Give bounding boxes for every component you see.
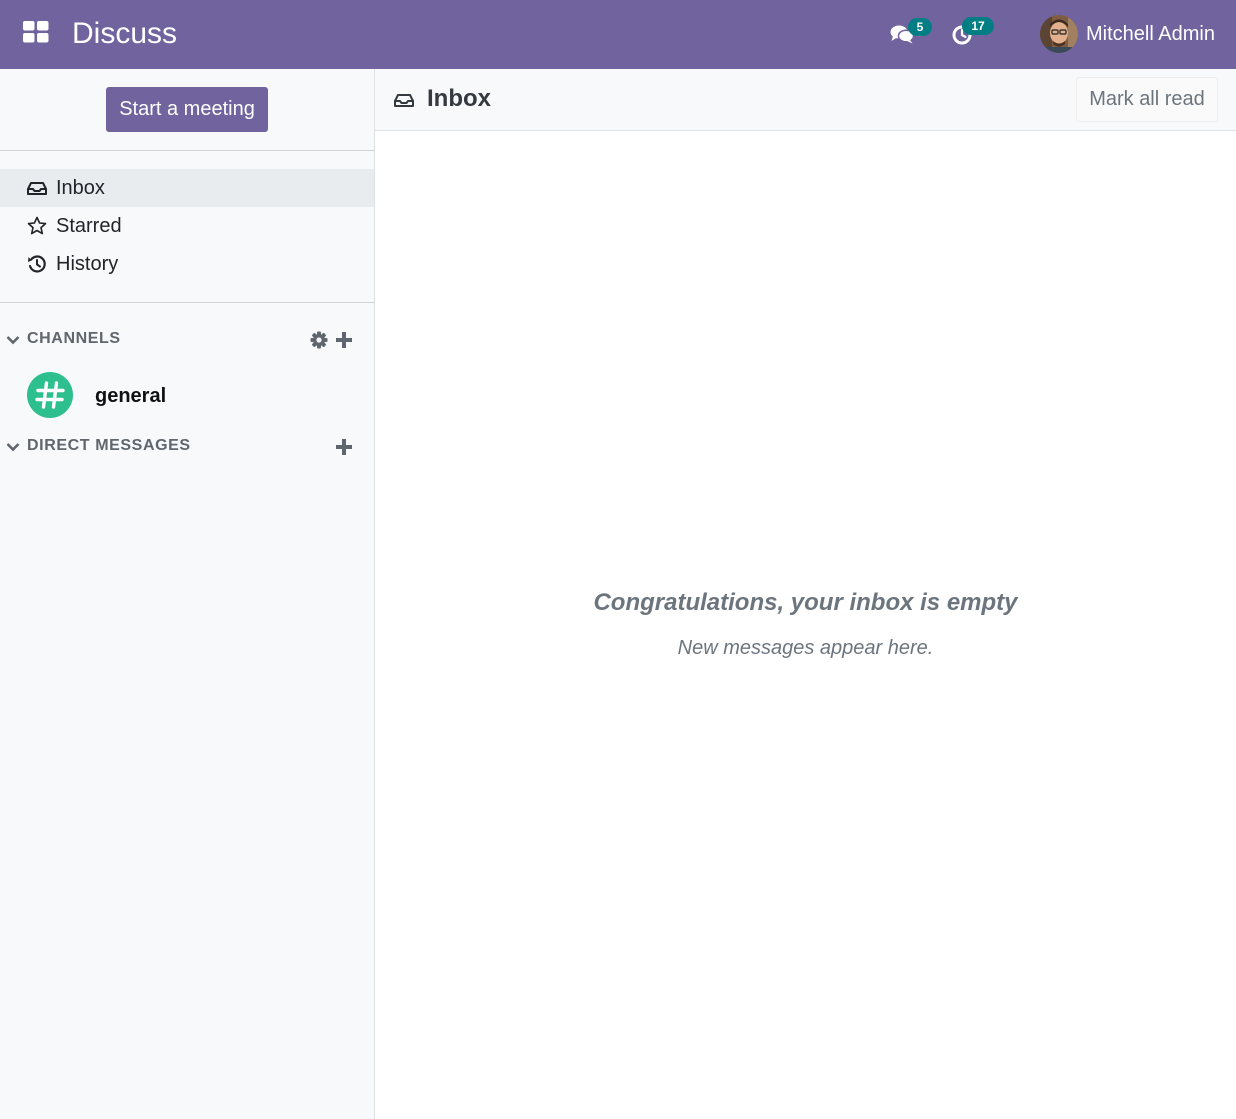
channels-category-label[interactable]: CHANNELS <box>27 329 121 349</box>
history-icon <box>27 254 47 274</box>
page-title: Inbox <box>427 85 491 112</box>
messages-menu[interactable]: 5 <box>886 16 936 52</box>
sidebar-item-starred[interactable]: Starred <box>0 207 374 245</box>
messages-count-badge: 5 <box>908 18 932 36</box>
sidebar-item-history[interactable]: History <box>0 245 374 283</box>
start-meeting-button[interactable]: Start a meeting <box>106 87 268 132</box>
sidebar-item-label: Inbox <box>56 177 105 199</box>
thread-header: Inbox Mark all read <box>375 69 1236 131</box>
empty-inbox-subtitle: New messages appear here. <box>677 637 934 659</box>
channel-item-general[interactable]: general <box>0 369 374 421</box>
channel-name: general <box>95 385 167 407</box>
apps-grid-icon[interactable] <box>23 21 49 43</box>
inbox-icon <box>27 178 47 198</box>
add-chat-plus-icon[interactable] <box>334 437 354 457</box>
channel-hash-icon <box>27 372 73 418</box>
empty-inbox-title: Congratulations, your inbox is empty <box>593 589 1018 616</box>
gear-icon[interactable] <box>309 330 329 350</box>
add-channel-plus-icon[interactable] <box>334 330 354 350</box>
chevron-down-icon[interactable] <box>5 439 21 455</box>
sidebar-item-label: Starred <box>56 215 122 237</box>
thread-view: Inbox Mark all read Congratulations, you… <box>375 69 1236 1119</box>
star-icon <box>27 216 47 236</box>
app-title[interactable]: Discuss <box>72 16 177 52</box>
channels-category: CHANNELS <box>0 326 374 354</box>
mark-all-read-button[interactable]: Mark all read <box>1076 77 1218 122</box>
divider <box>0 302 374 303</box>
direct-messages-category: DIRECT MESSAGES <box>0 433 374 461</box>
chevron-down-icon[interactable] <box>5 332 21 348</box>
inbox-icon <box>394 90 414 110</box>
direct-messages-category-label[interactable]: DIRECT MESSAGES <box>27 436 191 456</box>
activities-menu[interactable]: 17 <box>946 16 996 52</box>
user-name: Mitchell Admin <box>1086 23 1215 45</box>
sidebar-item-label: History <box>56 253 119 275</box>
activities-count-badge: 17 <box>962 17 994 35</box>
sidebar-item-inbox[interactable]: Inbox <box>0 169 374 207</box>
avatar <box>1040 15 1078 53</box>
top-navbar: Discuss 5 17 Mitchell Admin <box>0 0 1236 69</box>
divider <box>0 150 374 151</box>
sidebar: Start a meeting Inbox Starred History CH… <box>0 69 375 1119</box>
